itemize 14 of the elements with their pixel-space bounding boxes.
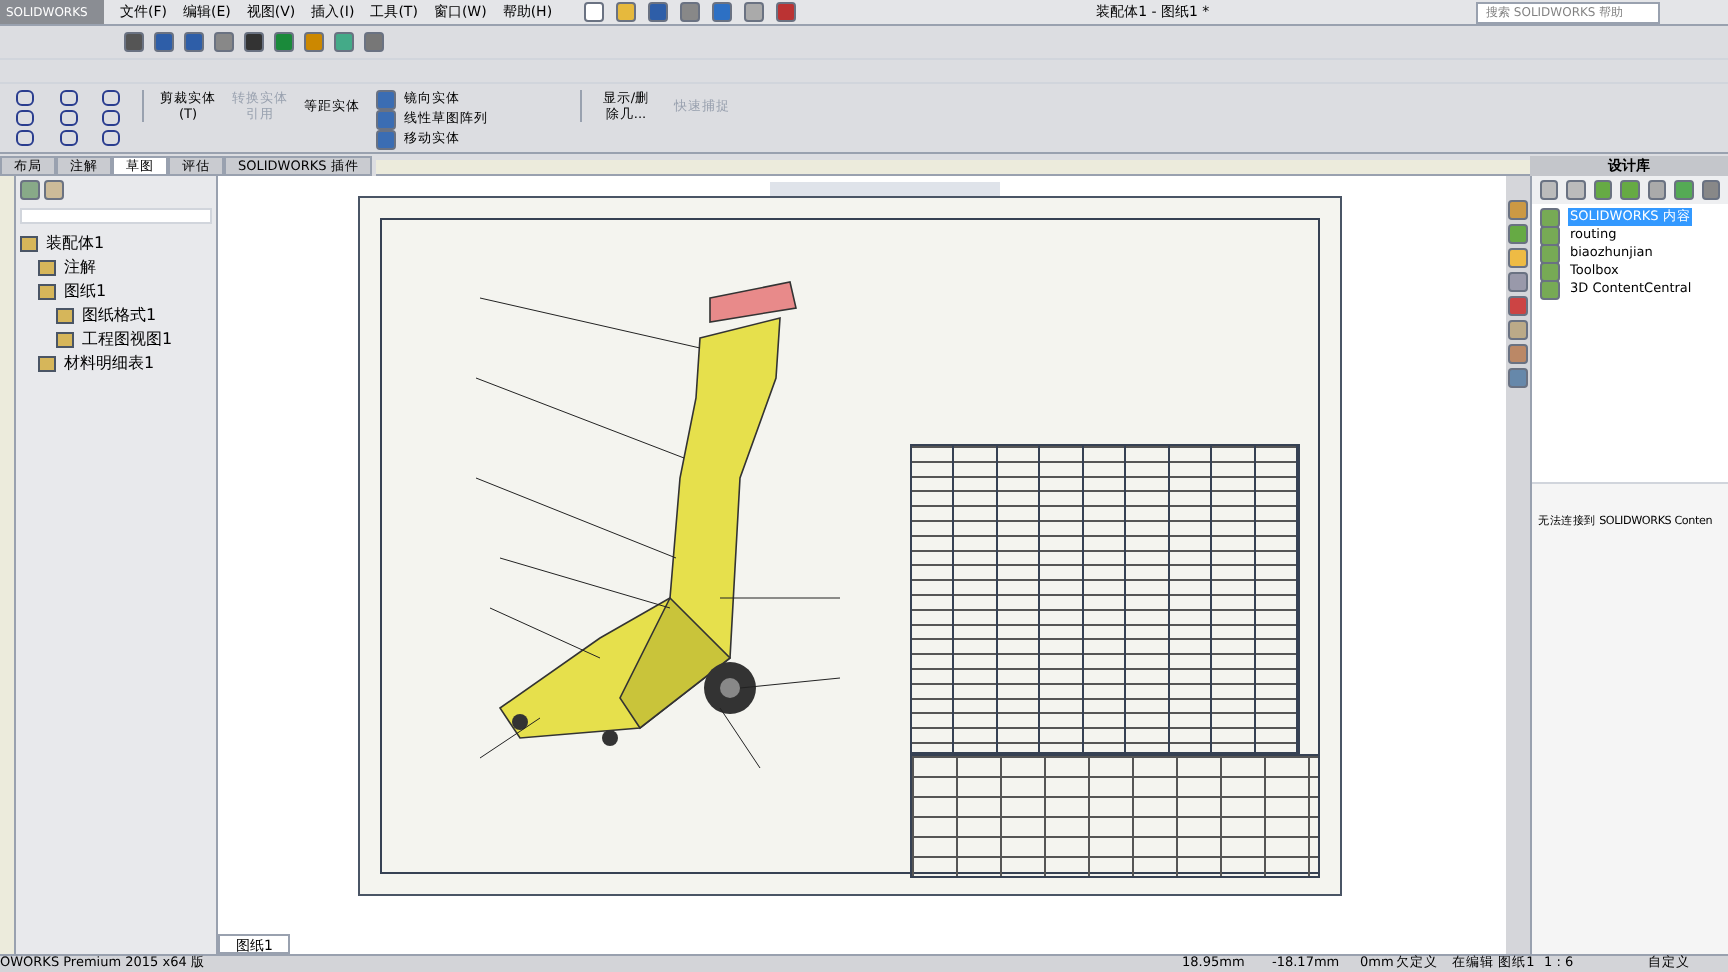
toolbar-icon[interactable]: [648, 2, 669, 22]
tree-item[interactable]: 材料明细表1: [64, 352, 155, 376]
toolbar-icon[interactable]: [712, 2, 733, 22]
toolbar-icon[interactable]: [584, 2, 605, 22]
toolbar-icon[interactable]: [616, 2, 637, 22]
filter-field[interactable]: [20, 208, 212, 224]
toolbar-icon[interactable]: [680, 2, 701, 22]
tree-item[interactable]: 工程图视图1: [82, 328, 173, 352]
toolbar-icon[interactable]: [744, 2, 765, 22]
tree-item[interactable]: 图纸格式1: [82, 304, 157, 328]
tree-item[interactable]: 图纸1: [64, 280, 107, 304]
toolbar-icon[interactable]: [776, 2, 797, 22]
tree-item[interactable]: 装配体1: [46, 232, 105, 256]
tree-item[interactable]: 注解: [64, 256, 96, 280]
